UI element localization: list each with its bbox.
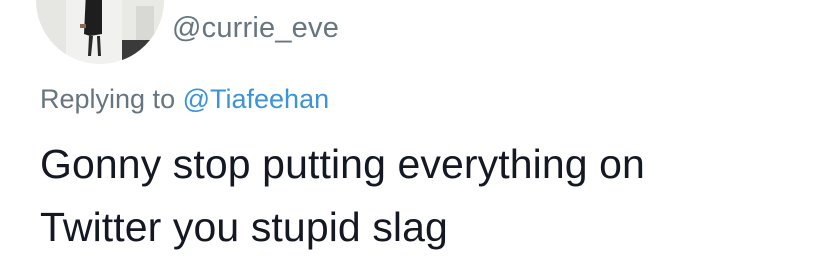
tweet-text: Gonny stop putting everything on Twitter… (40, 133, 820, 259)
reply-mention-link[interactable]: @Tiafeehan (183, 84, 330, 114)
tweet: @currie_eve Replying to @Tiafeehan Gonny… (0, 0, 827, 275)
author-handle[interactable]: @currie_eve (172, 11, 339, 45)
avatar[interactable] (36, 0, 164, 64)
profile-photo-icon (36, 0, 164, 64)
replying-to-label: Replying to (40, 84, 176, 114)
tweet-text-line: Twitter you stupid slag (40, 204, 448, 250)
replying-to: Replying to @Tiafeehan (40, 82, 329, 116)
tweet-text-line: Gonny stop putting everything on (40, 141, 645, 187)
